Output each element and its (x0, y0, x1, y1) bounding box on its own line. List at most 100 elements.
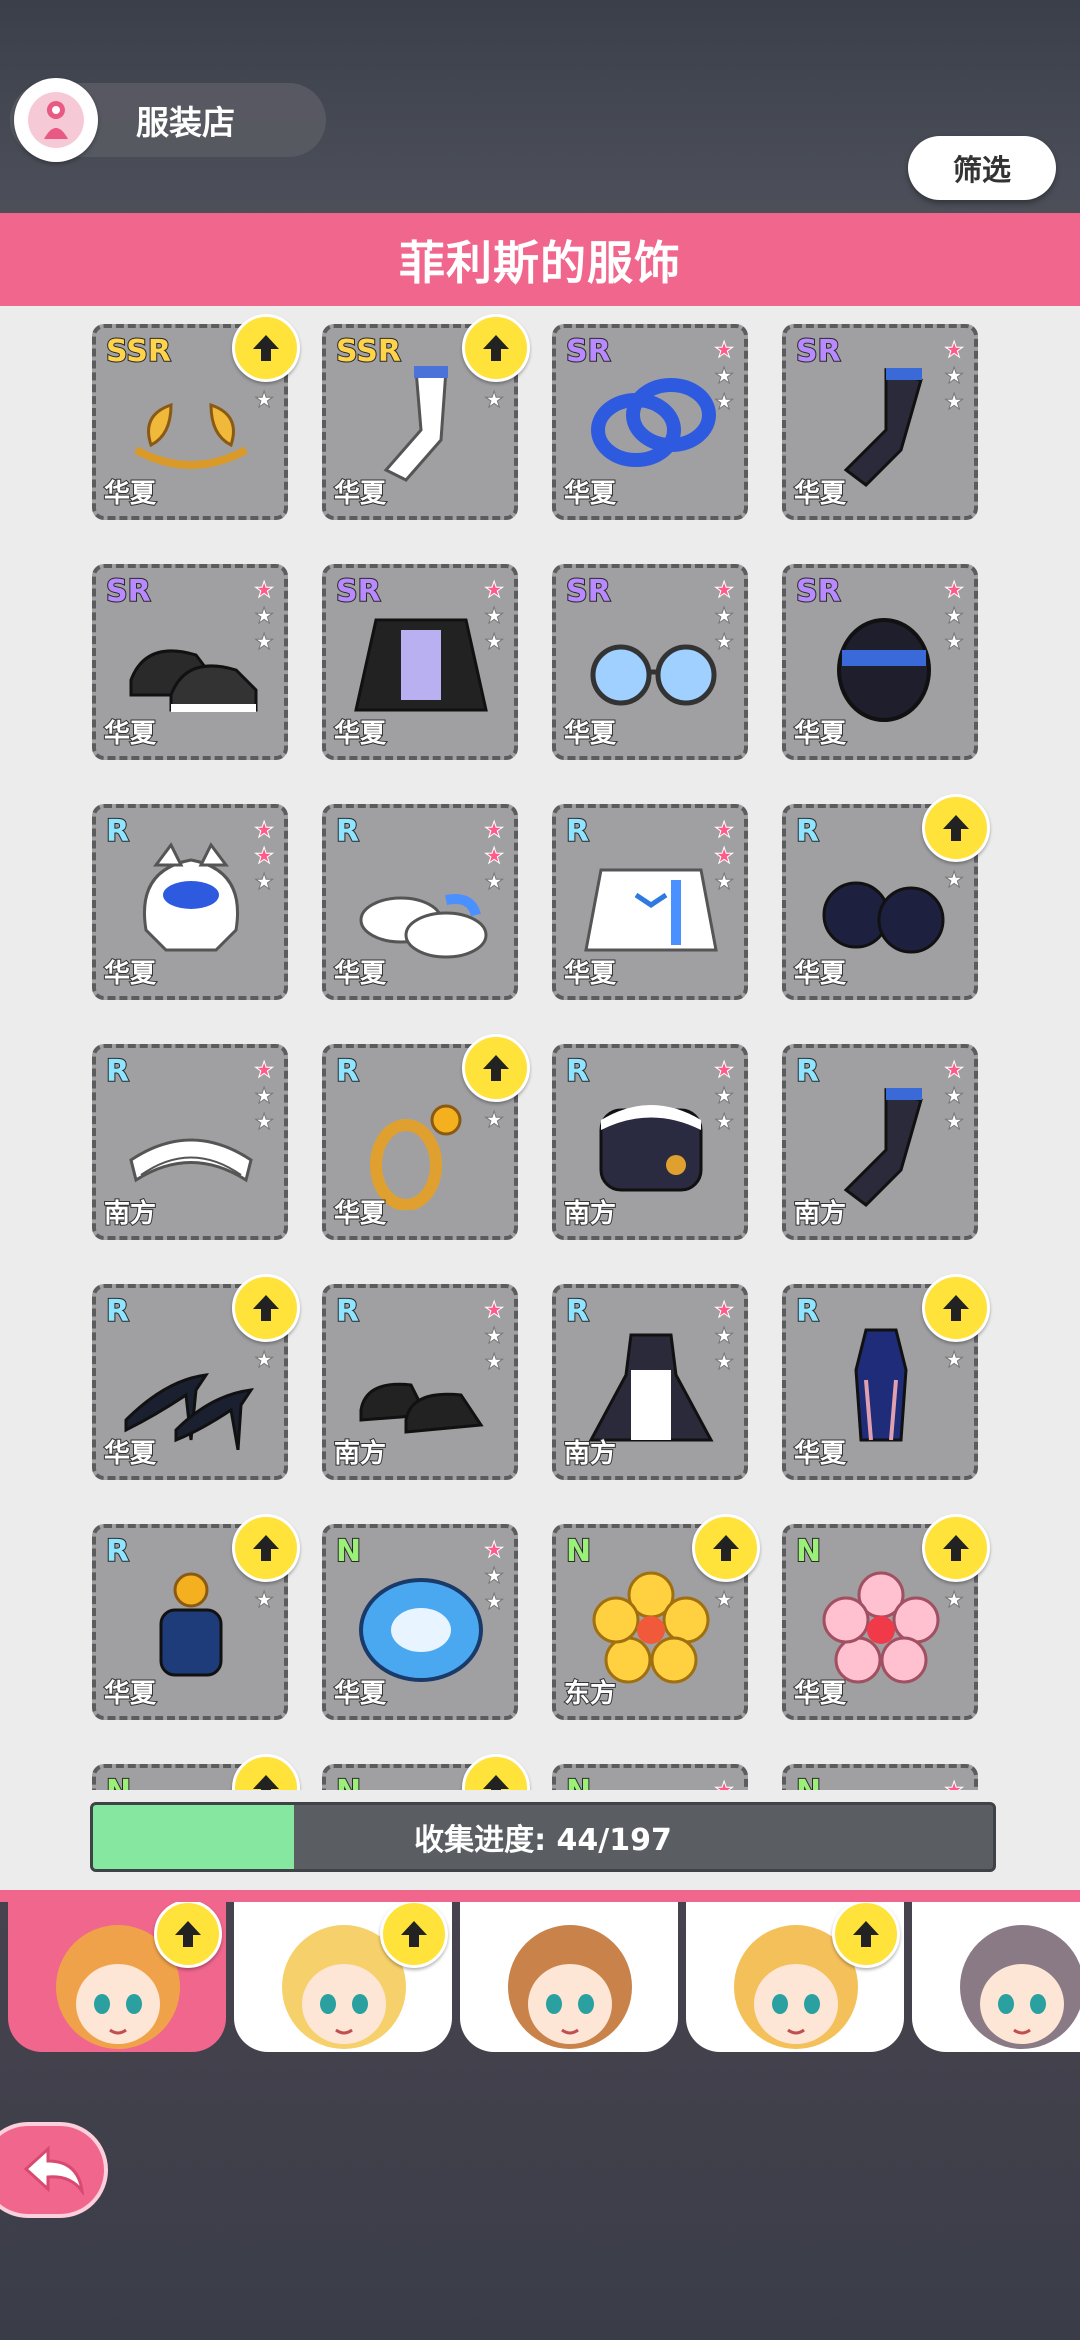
wardrobe-item[interactable]: R ★ ★ ★ 南方 (92, 1044, 288, 1240)
item-image (806, 840, 956, 970)
wardrobe-item[interactable]: R ★ 华夏 (322, 1034, 530, 1240)
wardrobe-item[interactable]: R ★ 华夏 (782, 794, 990, 1000)
wardrobe-item[interactable]: R ★ ★ ★ 南方 (552, 1284, 748, 1480)
wardrobe-item[interactable]: N ★ 东方 (552, 1514, 760, 1720)
star-icon: ★ (714, 844, 735, 870)
item-region-label: 华夏 (103, 1678, 157, 1710)
star-icon: ★ (714, 1778, 735, 1791)
item-region-label: 华夏 (793, 1678, 847, 1710)
star-rating: ★★★ (944, 338, 965, 416)
star-icon: ★ (714, 604, 735, 630)
rarity-label: SR (565, 573, 612, 610)
character-tab[interactable] (460, 1902, 678, 2052)
rarity-label: R (795, 1053, 820, 1090)
star-icon: ★ (484, 388, 505, 414)
wardrobe-item[interactable]: N★ (92, 1754, 300, 1790)
star-rating: ★★★ (714, 1778, 735, 1791)
item-region-label: 华夏 (563, 478, 617, 510)
item-region-label: 华夏 (333, 478, 387, 510)
item-image (576, 360, 726, 490)
star-rating: ★★★ (714, 1298, 735, 1376)
star-icon: ★ (484, 578, 505, 604)
star-icon: ★ (944, 1588, 965, 1614)
wardrobe-item[interactable]: N ★★★ (552, 1764, 748, 1790)
wardrobe-item[interactable]: SR ★ ★ ★ 华夏 (322, 564, 518, 760)
wardrobe-item[interactable]: SR ★ ★ ★ 华夏 (782, 324, 978, 520)
character-tab[interactable] (912, 1902, 1080, 2052)
star-icon: ★ (714, 578, 735, 604)
upgrade-arrow-icon (832, 1902, 900, 1968)
star-icon: ★ (944, 868, 965, 894)
upgrade-arrow-icon (232, 1514, 300, 1582)
wardrobe-item[interactable]: R ★ ★ ★ 华夏 (322, 804, 518, 1000)
wardrobe-item[interactable]: R ★ ★ ★ 华夏 (552, 804, 748, 1000)
character-portrait (960, 1925, 1080, 2049)
character-selector[interactable] (0, 1902, 1080, 2052)
wardrobe-item[interactable]: R ★ 华夏 (92, 1514, 300, 1720)
star-icon: ★ (254, 388, 275, 414)
star-icon: ★ (714, 818, 735, 844)
star-rating: ★ (254, 1588, 275, 1614)
star-icon: ★ (944, 1110, 965, 1136)
character-tab[interactable] (8, 1902, 226, 2052)
upgrade-arrow-icon (232, 1754, 300, 1790)
wardrobe-item[interactable]: SSR ★ 华夏 (322, 314, 530, 520)
rarity-label: R (335, 1053, 360, 1090)
rarity-label: SSR (335, 333, 402, 370)
rarity-label: SSR (105, 333, 172, 370)
item-region-label: 华夏 (103, 718, 157, 750)
star-icon: ★ (714, 338, 735, 364)
character-tab[interactable] (234, 1902, 452, 2052)
item-image (116, 1560, 266, 1690)
wardrobe-item[interactable]: R ★ ★ ★ 南方 (322, 1284, 518, 1480)
item-region-label: 东方 (563, 1678, 617, 1710)
item-image (576, 600, 726, 730)
star-icon: ★ (484, 1298, 505, 1324)
item-image (346, 1560, 496, 1690)
wardrobe-item[interactable]: R ★ ★ ★ 南方 (552, 1044, 748, 1240)
item-region-label: 华夏 (793, 958, 847, 990)
star-rating: ★★★ (944, 1058, 965, 1136)
back-button[interactable] (0, 2122, 108, 2218)
rarity-label: R (565, 813, 590, 850)
wardrobe-item[interactable]: R ★ 华夏 (782, 1274, 990, 1480)
star-icon: ★ (254, 630, 275, 656)
wardrobe-item[interactable]: R ★ ★ ★ 华夏 (92, 804, 288, 1000)
item-image (806, 1080, 956, 1210)
wardrobe-item[interactable]: SR ★ ★ ★ 华夏 (782, 564, 978, 760)
wardrobe-item[interactable]: SR ★ ★ ★ 华夏 (552, 324, 748, 520)
wardrobe-item[interactable]: N ★ 华夏 (782, 1514, 990, 1720)
item-region-label: 华夏 (563, 718, 617, 750)
star-icon: ★ (254, 1084, 275, 1110)
wardrobe-item[interactable]: SR ★ ★ ★ 华夏 (552, 564, 748, 760)
wardrobe-item[interactable]: R ★ ★ ★ 南方 (782, 1044, 978, 1240)
star-icon: ★ (944, 390, 965, 416)
item-image (346, 600, 496, 730)
wardrobe-item[interactable]: N ★ ★ ★ 华夏 (322, 1524, 518, 1720)
item-region-label: 华夏 (333, 958, 387, 990)
star-icon: ★ (254, 844, 275, 870)
wardrobe-item[interactable]: SSR ★ 华夏 (92, 314, 300, 520)
wardrobe-item[interactable]: R ★ 华夏 (92, 1274, 300, 1480)
item-region-label: 华夏 (103, 958, 157, 990)
rarity-label: N (795, 1773, 822, 1790)
character-portrait (508, 1925, 632, 2049)
filter-button[interactable]: 筛选 (908, 136, 1056, 200)
wardrobe-item[interactable]: SR ★ ★ ★ 华夏 (92, 564, 288, 760)
upgrade-arrow-icon (922, 794, 990, 862)
wardrobe-item[interactable]: N★ (322, 1754, 530, 1790)
item-region-label: 华夏 (793, 718, 847, 750)
rarity-label: R (335, 1293, 360, 1330)
rarity-label: N (335, 1533, 362, 1570)
character-tab[interactable] (686, 1902, 904, 2052)
wardrobe-item[interactable]: N ★★★ (782, 1764, 978, 1790)
item-image (576, 1320, 726, 1450)
star-icon: ★ (254, 1348, 275, 1374)
shop-logo-icon (14, 78, 98, 162)
item-image (806, 600, 956, 730)
item-image (116, 1320, 266, 1451)
rarity-label: R (105, 1533, 130, 1570)
item-grid[interactable]: SSR ★ 华夏 SSR ★ 华夏 SR ★ ★ ★ 华夏 SR ★ ★ ★ 华夏 SR ★ ★ ★ 华夏 SR ★ ★ ★ 华夏… (0, 306, 1080, 1790)
item-image (116, 600, 266, 730)
upgrade-arrow-icon (232, 1274, 300, 1342)
